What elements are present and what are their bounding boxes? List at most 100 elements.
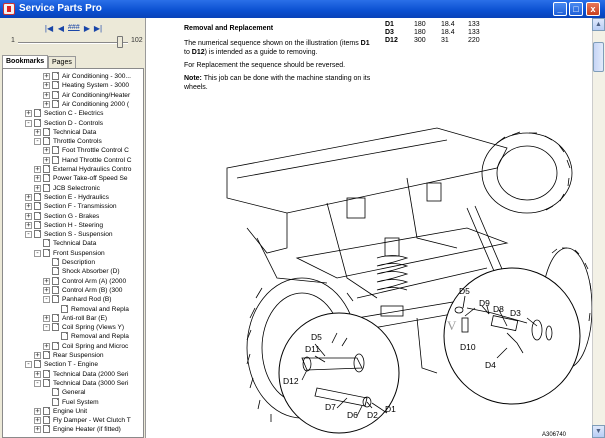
tree-item[interactable]: - Section S - Suspension bbox=[3, 230, 143, 239]
tree-item[interactable]: Removal and Repla bbox=[3, 304, 143, 314]
expand-icon[interactable]: + bbox=[43, 156, 50, 164]
vertical-scrollbar[interactable]: ▲ ▼ bbox=[592, 18, 605, 438]
prev-page-icon[interactable]: ◀ bbox=[56, 24, 66, 34]
expand-icon[interactable]: + bbox=[34, 352, 41, 359]
tree-item[interactable]: + Section F - Transmission bbox=[3, 202, 143, 211]
tree-item[interactable]: + Control Arm (A) (2000 bbox=[3, 276, 143, 286]
tree-item[interactable]: + Heating System - 3000 bbox=[3, 81, 143, 90]
minimize-button[interactable]: _ bbox=[553, 2, 567, 16]
document-icon bbox=[34, 192, 41, 201]
document-icon bbox=[52, 323, 59, 332]
expand-icon[interactable]: + bbox=[43, 342, 50, 350]
tree-item[interactable]: + Fly Damper - Wet Clutch T bbox=[3, 416, 143, 425]
tree-item[interactable]: + Technical Data bbox=[3, 127, 143, 137]
expand-icon[interactable]: + bbox=[43, 286, 50, 294]
page-link[interactable]: ### bbox=[68, 24, 80, 31]
tree-item[interactable]: - Front Suspension bbox=[3, 248, 143, 258]
tree-item[interactable]: + Engine Unit bbox=[3, 406, 143, 416]
collapse-icon[interactable]: - bbox=[25, 231, 32, 239]
tree-item-label: Coil Spring (Views Y) bbox=[62, 324, 125, 332]
collapse-icon[interactable]: - bbox=[43, 296, 50, 304]
tree-item[interactable]: + Air Conditioning/Heater bbox=[3, 90, 143, 100]
collapse-icon[interactable]: - bbox=[25, 119, 32, 127]
tree-item[interactable]: + External Hydraulics Contro bbox=[3, 165, 143, 174]
window-title: Service Parts Pro bbox=[19, 3, 102, 14]
tab-pages[interactable]: Pages bbox=[48, 56, 76, 68]
tree-item[interactable]: - Section D - Controls bbox=[3, 118, 143, 128]
expand-icon[interactable]: + bbox=[43, 314, 50, 322]
tree-item[interactable]: + Air Conditioning 2000 ( bbox=[3, 99, 143, 109]
expand-icon[interactable]: + bbox=[25, 212, 32, 220]
tree-item[interactable]: + Control Arm (B) (300 bbox=[3, 285, 143, 295]
tree-item[interactable]: + Rear Suspension bbox=[3, 351, 143, 360]
tree-item[interactable]: + JCB Selectronic bbox=[3, 183, 143, 193]
expand-icon[interactable]: + bbox=[43, 147, 50, 155]
expand-icon[interactable]: + bbox=[34, 184, 41, 192]
expand-icon[interactable]: + bbox=[34, 166, 41, 173]
document-icon bbox=[52, 313, 59, 322]
tree-item[interactable]: + Engine Heater (if fitted) bbox=[3, 425, 143, 434]
tree-item[interactable]: + Section C - Electrics bbox=[3, 109, 143, 118]
scroll-down-icon[interactable]: ▼ bbox=[592, 425, 605, 438]
tree-item[interactable]: + Section G - Brakes bbox=[3, 211, 143, 221]
expand-icon[interactable]: + bbox=[43, 73, 50, 80]
next-page-icon[interactable]: ▶ bbox=[82, 24, 92, 34]
last-page-icon[interactable]: ▶| bbox=[93, 24, 103, 34]
tree-item[interactable]: - Coil Spring (Views Y) bbox=[3, 323, 143, 332]
tree-item[interactable]: + Section H - Steering bbox=[3, 220, 143, 230]
expand-icon[interactable]: + bbox=[25, 110, 32, 118]
document-icon bbox=[43, 127, 50, 136]
tree-item[interactable]: - Section T - Engine bbox=[3, 360, 143, 369]
expand-icon[interactable]: + bbox=[34, 175, 41, 183]
collapse-icon[interactable]: - bbox=[25, 361, 32, 369]
scroll-thumb[interactable] bbox=[593, 42, 604, 72]
expand-icon[interactable]: + bbox=[34, 417, 41, 425]
tree-item[interactable]: Description bbox=[3, 258, 143, 267]
slider-min-label: 1 bbox=[11, 37, 15, 44]
collapse-icon[interactable]: - bbox=[43, 324, 50, 332]
tree-item-label: Engine Unit bbox=[53, 407, 88, 415]
expand-icon[interactable]: + bbox=[34, 370, 41, 378]
collapse-icon[interactable]: - bbox=[34, 379, 41, 387]
tree-item[interactable]: + Power Take-off Speed Se bbox=[3, 174, 143, 183]
tree-item[interactable]: + Anti-roll Bar (E) bbox=[3, 313, 143, 323]
maximize-button[interactable]: □ bbox=[569, 2, 583, 16]
slider-track[interactable] bbox=[18, 42, 128, 44]
close-button[interactable]: x bbox=[586, 2, 600, 16]
expand-icon[interactable]: + bbox=[43, 277, 50, 285]
expand-icon[interactable]: + bbox=[43, 100, 50, 108]
tree-item-label: Air Conditioning/Heater bbox=[62, 91, 131, 99]
tree-item[interactable]: + Technical Data (2000 Seri bbox=[3, 369, 143, 379]
document-icon bbox=[52, 397, 59, 406]
tree-item[interactable]: + Coil Spring and Microc bbox=[3, 341, 143, 351]
expand-icon[interactable]: + bbox=[43, 82, 50, 90]
callout-label: D7 bbox=[325, 402, 336, 412]
slider-thumb[interactable] bbox=[117, 36, 124, 48]
tree-item[interactable]: + Air Conditioning - 300... bbox=[3, 72, 143, 81]
tree-item[interactable]: + Foot Throttle Control C bbox=[3, 146, 143, 155]
scroll-up-icon[interactable]: ▲ bbox=[592, 18, 605, 31]
first-page-icon[interactable]: |◀ bbox=[44, 24, 54, 34]
tree-item[interactable]: Fuel System bbox=[3, 397, 143, 407]
tree-item[interactable]: + Section E - Hydraulics bbox=[3, 192, 143, 202]
tree-item[interactable]: Removal and Repla bbox=[3, 332, 143, 341]
tree-item[interactable]: Technical Data bbox=[3, 239, 143, 248]
expand-icon[interactable]: + bbox=[34, 407, 41, 415]
tree-item[interactable]: - Throttle Controls bbox=[3, 137, 143, 146]
tree-item[interactable]: Shock Absorber (D) bbox=[3, 267, 143, 276]
expand-icon[interactable]: + bbox=[34, 426, 41, 434]
collapse-icon[interactable]: - bbox=[34, 249, 41, 257]
tab-bookmarks[interactable]: Bookmarks bbox=[2, 55, 49, 68]
expand-icon[interactable]: + bbox=[25, 203, 32, 211]
expand-icon[interactable]: + bbox=[34, 128, 41, 136]
bookmark-tree[interactable]: + Air Conditioning - 300... + Heating Syste… bbox=[2, 68, 144, 438]
tree-item[interactable]: + Hand Throttle Control C bbox=[3, 155, 143, 165]
expand-icon[interactable]: + bbox=[25, 221, 32, 229]
tree-item[interactable]: - Technical Data (3000 Seri bbox=[3, 378, 143, 388]
tree-item[interactable]: - Panhard Rod (B) bbox=[3, 295, 143, 304]
collapse-icon[interactable]: - bbox=[34, 138, 41, 146]
document-view[interactable]: Removal and Replacement D1 180 18.4 133 … bbox=[147, 18, 605, 438]
tree-item[interactable]: General bbox=[3, 388, 143, 397]
expand-icon[interactable]: + bbox=[25, 193, 32, 201]
expand-icon[interactable]: + bbox=[43, 91, 50, 99]
